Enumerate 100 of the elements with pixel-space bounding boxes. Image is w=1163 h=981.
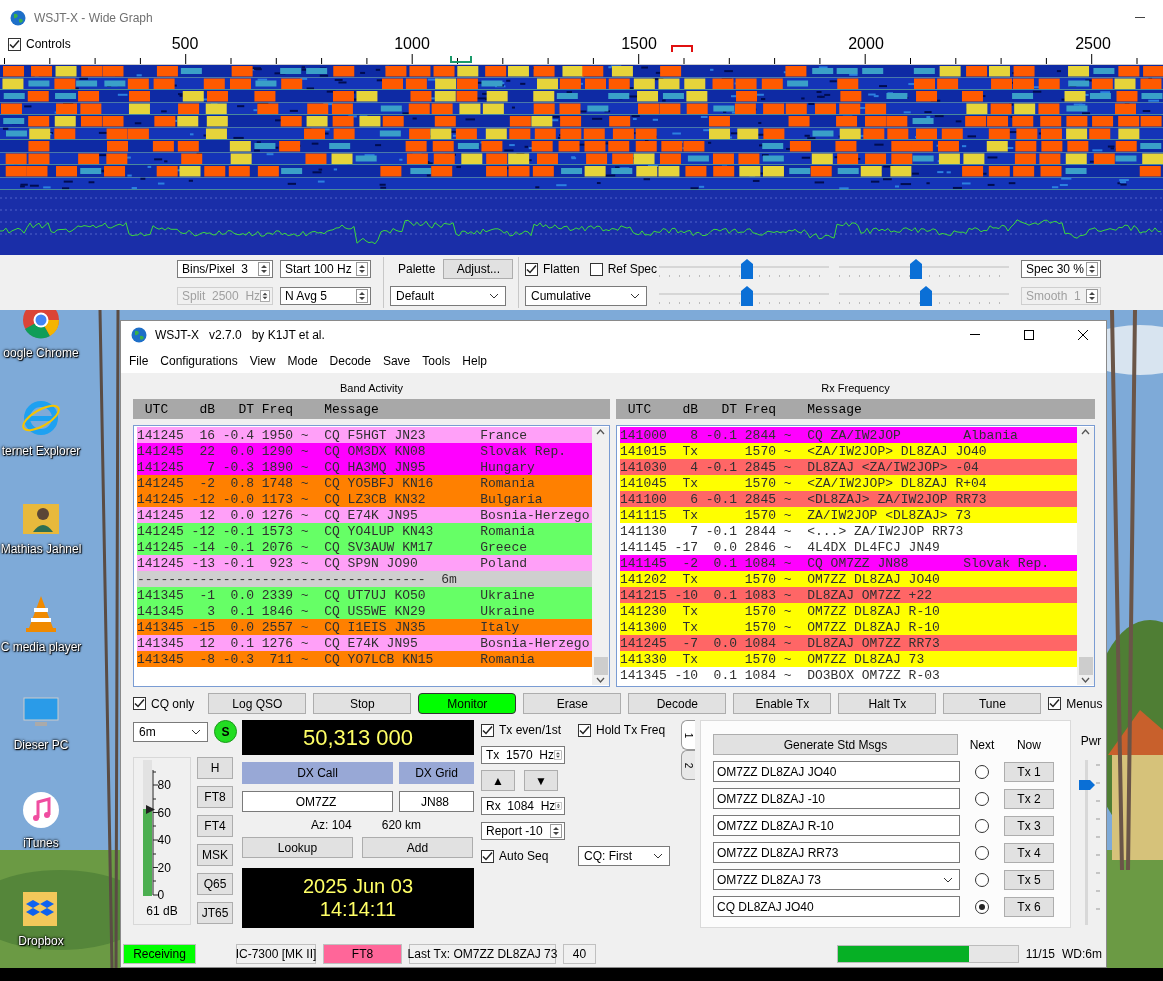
message-dropdown[interactable]: OM7ZZ DL8ZAJ 73 <box>712 869 960 890</box>
mode-button[interactable]: FT8 <box>197 786 233 808</box>
slider-thumb[interactable] <box>741 259 754 279</box>
menu-item[interactable]: Tools <box>416 354 457 368</box>
scrollbar-thumb[interactable] <box>593 657 608 675</box>
checkbox[interactable] <box>133 697 146 710</box>
mode-button[interactable]: Q65 <box>197 873 233 895</box>
menu-item[interactable]: Help <box>456 354 493 368</box>
dx-grid-field[interactable]: JN88 <box>399 791 474 812</box>
minimize-icon[interactable] <box>1135 16 1145 19</box>
decode-row[interactable]: 141115 Tx 1570 ~ ZA/IW2JOP <DL8ZAJ> 73 <box>620 507 1077 523</box>
scroll-down-icon[interactable] <box>1081 677 1090 683</box>
mode-button[interactable]: MSK <box>197 844 233 866</box>
minimize-icon[interactable] <box>970 334 980 336</box>
slider[interactable] <box>839 259 1009 279</box>
checkbox[interactable] <box>578 723 591 737</box>
slider-thumb[interactable] <box>909 259 922 279</box>
spin-field[interactable]: Start 100 Hz <box>280 260 371 278</box>
menu-item[interactable]: Decode <box>323 354 377 368</box>
generate-button[interactable]: Generate Std Msgs <box>712 734 958 755</box>
toolbar-button[interactable]: Stop <box>313 693 412 714</box>
decode-row[interactable]: 141100 6 -0.1 2845 ~ <DL8ZAJ> ZA/IW2JOP RR73 <box>620 491 1077 507</box>
adjust-button[interactable]: Adjust... <box>443 259 514 279</box>
checkbox[interactable] <box>481 849 494 863</box>
dropdown[interactable]: Cumulative <box>525 286 647 306</box>
decode-row[interactable]: 141245 16 -0.4 1950 ~ CQ F5HGT JN23 France <box>137 427 592 443</box>
toolbar-button[interactable]: Log QSO <box>208 693 307 714</box>
dropdown[interactable]: CQ: First <box>578 846 670 866</box>
scroll-down-icon[interactable] <box>596 677 605 683</box>
slider[interactable] <box>659 259 829 279</box>
toolbar-button[interactable]: Tune <box>943 693 1042 714</box>
radio-button[interactable] <box>974 845 989 860</box>
checkbox[interactable] <box>8 37 21 51</box>
toolbar-button[interactable]: Halt Tx <box>838 693 937 714</box>
spin-field[interactable]: N Avg 5 <box>280 287 371 305</box>
up-button[interactable]: ▲ <box>481 770 515 791</box>
radio-button[interactable] <box>974 872 989 887</box>
scroll-up-icon[interactable] <box>596 429 605 435</box>
decode-row[interactable]: 141245 -12 -0.0 1173 ~ CQ LZ3CB KN32 Bulgaria <box>137 491 592 507</box>
radio-button[interactable] <box>974 899 989 914</box>
slider[interactable] <box>659 286 829 306</box>
scrollbar[interactable] <box>592 427 609 685</box>
decode-row[interactable]: 141345 -1 0.0 2339 ~ CQ UT7UJ KO50 Ukraine <box>137 587 592 603</box>
decode-row[interactable]: 141202 Tx 1570 ~ OM7ZZ DL8ZAJ JO40 <box>620 571 1077 587</box>
toolbar-button[interactable]: Erase <box>523 693 622 714</box>
maximize-icon[interactable] <box>1024 330 1034 340</box>
decode-row[interactable]: 141245 22 0.0 1290 ~ CQ OM3DX KN08 Slovak Rep. <box>137 443 592 459</box>
add-button[interactable]: Add <box>362 837 473 858</box>
message-field[interactable]: OM7ZZ DL8ZAJ R-10 <box>712 815 960 836</box>
decode-row[interactable]: 141030 4 -0.1 2845 ~ DL8ZAJ <ZA/IW2JOP> -04 <box>620 459 1077 475</box>
tx-button[interactable]: Tx 1 <box>1003 761 1054 782</box>
radio-button[interactable] <box>974 818 989 833</box>
menu-item[interactable]: Configurations <box>154 354 244 368</box>
menu-item[interactable]: File <box>123 354 155 368</box>
tx-button[interactable]: Tx 2 <box>1003 788 1054 809</box>
checkbox[interactable] <box>589 262 603 276</box>
power-slider[interactable] <box>1081 760 1102 925</box>
spin-field[interactable]: Bins/Pixel 3 <box>177 260 273 278</box>
decode-row[interactable]: 141345 12 0.1 1276 ~ CQ E74K JN95 Bosnia-Herzego <box>137 635 592 651</box>
checkbox[interactable] <box>525 262 538 276</box>
close-icon[interactable] <box>1078 330 1088 340</box>
spin-field[interactable]: Rx 1084 Hz <box>481 797 565 815</box>
slider[interactable] <box>839 286 1009 306</box>
message-field[interactable]: CQ DL8ZAJ JO40 <box>712 896 960 917</box>
checkbox[interactable] <box>1048 697 1062 710</box>
spin-field[interactable]: Report -10 <box>481 822 565 840</box>
decode-row[interactable]: 141245 -2 0.8 1748 ~ CQ YO5BFJ KN16 Romania <box>137 475 592 491</box>
decode-row[interactable]: 141000 8 -0.1 2844 ~ CQ ZA/IW2JOP Albania <box>620 427 1077 443</box>
radio-button[interactable] <box>974 764 989 779</box>
decode-row[interactable]: 141045 Tx 1570 ~ <ZA/IW2JOP> DL8ZAJ R+04 <box>620 475 1077 491</box>
decode-row[interactable]: 141245 12 0.0 1276 ~ CQ E74K JN95 Bosnia-Herzego <box>137 507 592 523</box>
decode-row[interactable]: 141245 -12 -0.1 1573 ~ CQ YO4LUP KN43 Romania <box>137 523 592 539</box>
scrollbar[interactable] <box>1077 427 1094 685</box>
menu-item[interactable]: Save <box>376 354 417 368</box>
decode-row[interactable]: 141345 3 0.1 1846 ~ CQ US5WE KN29 Ukraine <box>137 603 592 619</box>
tx-button[interactable]: Tx 3 <box>1003 815 1054 836</box>
radio-button[interactable] <box>974 791 989 806</box>
decode-row[interactable]: 141015 Tx 1570 ~ <ZA/IW2JOP> DL8ZAJ JO40 <box>620 443 1077 459</box>
mode-button[interactable]: H <box>197 757 233 779</box>
tab[interactable]: 1 <box>681 720 695 750</box>
slider-thumb[interactable] <box>741 286 754 306</box>
message-field[interactable]: OM7ZZ DL8ZAJ -10 <box>712 788 960 809</box>
toolbar-button[interactable]: Decode <box>628 693 727 714</box>
tx-button[interactable]: Tx 5 <box>1003 869 1054 890</box>
decode-row[interactable]: 141345 -15 0.0 2557 ~ CQ I1EIS JN35 Italy <box>137 619 592 635</box>
tab[interactable]: 2 <box>681 750 695 780</box>
decode-row[interactable]: 141345 -8 -0.3 711 ~ CQ YO7LCB KN15 Romania <box>137 651 592 667</box>
message-field[interactable]: OM7ZZ DL8ZAJ JO40 <box>712 761 960 782</box>
dropdown[interactable]: Default <box>390 286 506 306</box>
checkbox[interactable] <box>481 723 494 737</box>
message-field[interactable]: OM7ZZ DL8ZAJ RR73 <box>712 842 960 863</box>
tx-button[interactable]: Tx 6 <box>1003 896 1054 917</box>
dropdown[interactable]: 6m <box>133 721 208 742</box>
tx-button[interactable]: Tx 4 <box>1003 842 1054 863</box>
decode-row[interactable]: 141245 -14 -0.1 2076 ~ CQ SV3AUW KM17 Greece <box>137 539 592 555</box>
decode-row[interactable]: 141300 Tx 1570 ~ OM7ZZ DL8ZAJ R-10 <box>620 619 1077 635</box>
mode-button[interactable]: JT65 <box>197 902 233 924</box>
menu-item[interactable]: Mode <box>281 354 324 368</box>
spin-field[interactable]: Spec 30 % <box>1021 260 1101 278</box>
decode-row[interactable]: 141215 -10 0.1 1083 ~ DL8ZAJ OM7ZZ +22 <box>620 587 1077 603</box>
